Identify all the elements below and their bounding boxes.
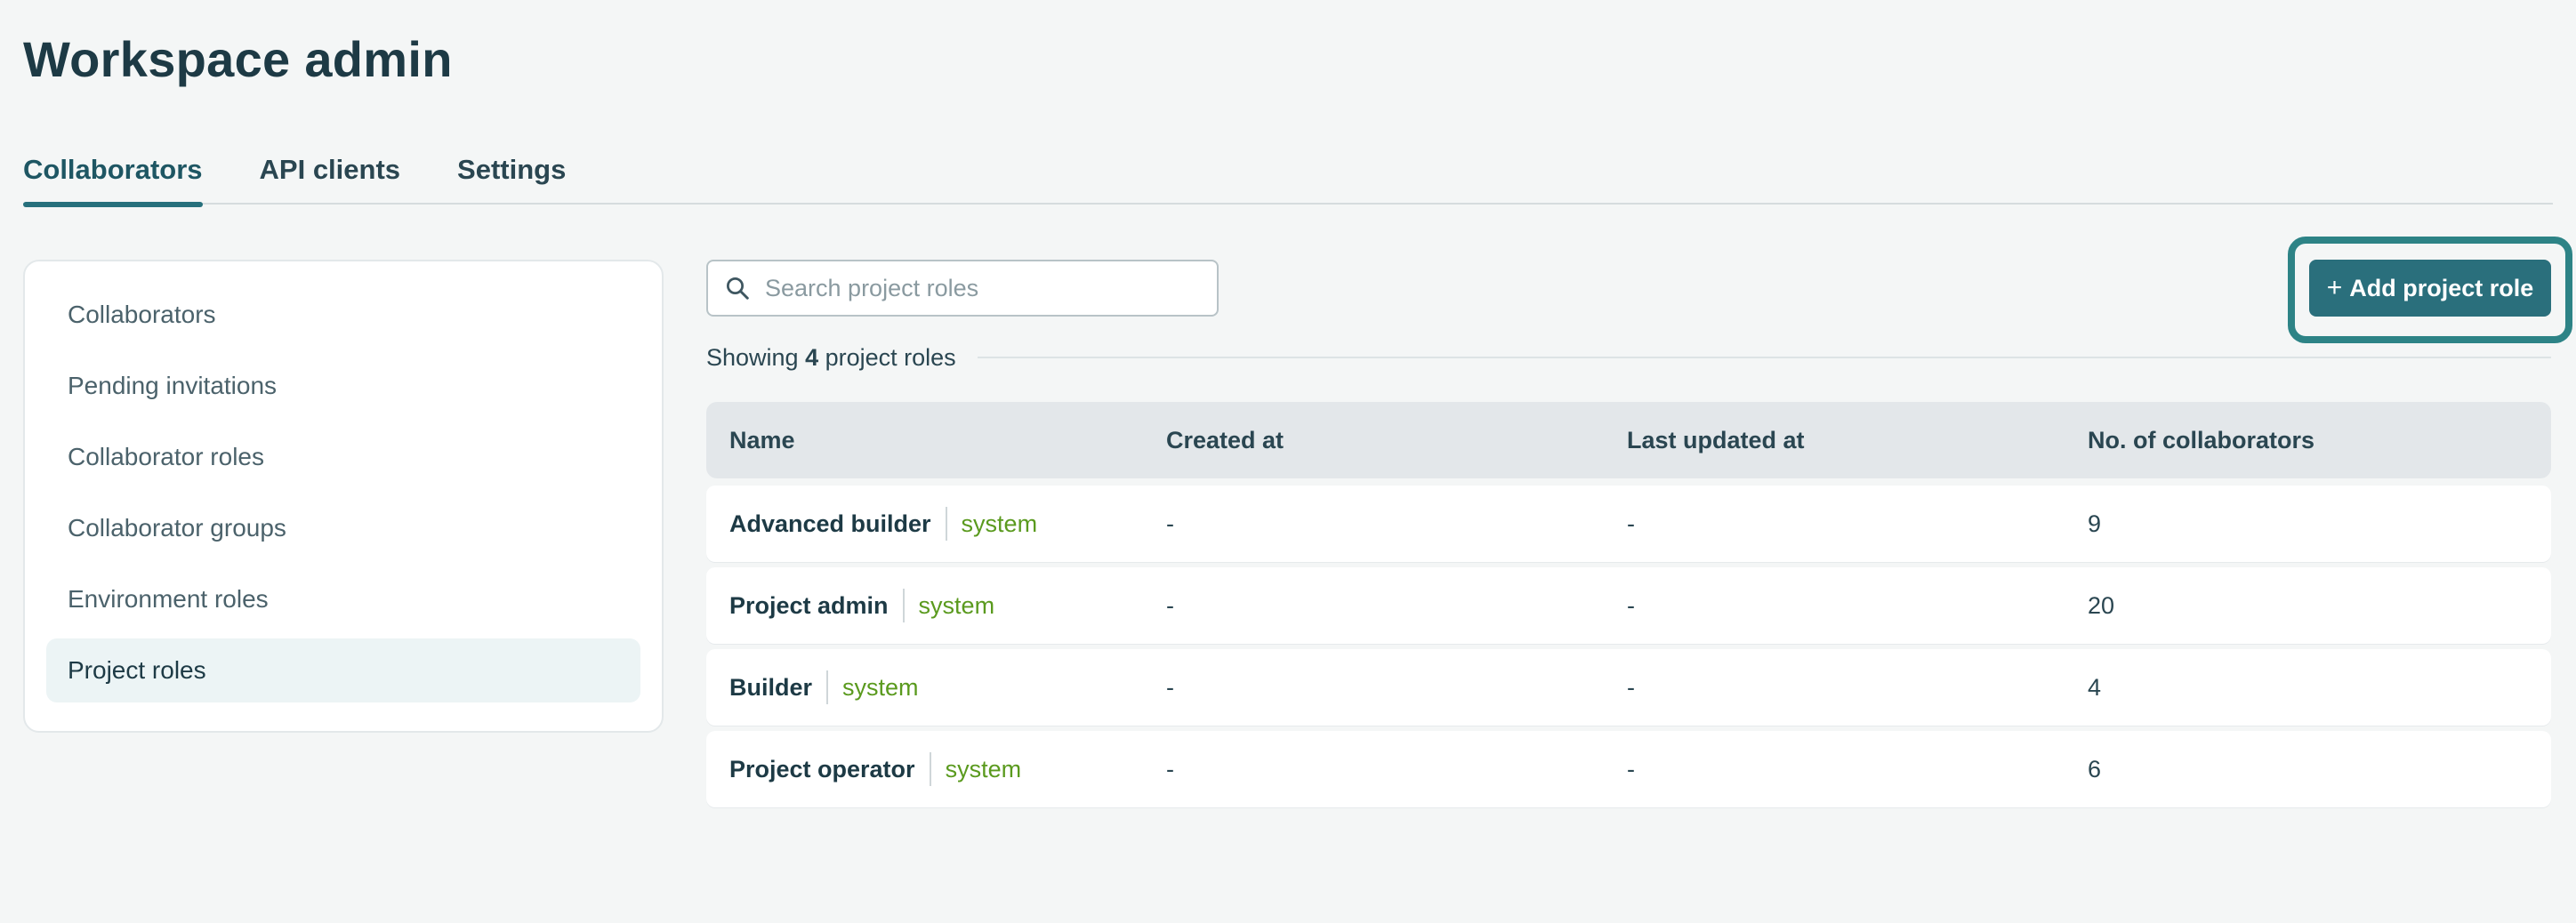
role-name[interactable]: Project operator (729, 756, 915, 783)
column-header-last-updated-at[interactable]: Last updated at (1627, 427, 2088, 454)
sidebar-item-pending-invitations[interactable]: Pending invitations (46, 354, 640, 418)
last-updated-cell: - (1627, 591, 1635, 619)
role-name-cell: Builder system (706, 670, 1166, 704)
results-summary: Showing 4 project roles (706, 340, 2551, 375)
last-updated-cell: - (1627, 673, 1635, 701)
system-badge: system (918, 591, 995, 619)
role-name-cell: Advanced builder system (706, 507, 1166, 541)
tab-api-clients[interactable]: API clients (260, 149, 401, 205)
search-icon (727, 277, 749, 300)
divider (977, 357, 2551, 358)
role-name[interactable]: Advanced builder (729, 510, 931, 538)
results-count: 4 (805, 343, 819, 371)
collaborators-count-cell: 6 (2088, 755, 2102, 783)
last-updated-cell: - (1627, 510, 1635, 537)
role-name-cell: Project operator system (706, 752, 1166, 786)
role-name[interactable]: Builder (729, 674, 812, 702)
created-at-cell: - (1166, 591, 1174, 619)
add-project-role-button[interactable]: + Add project role (2309, 260, 2551, 317)
role-name-cell: Project admin system (706, 589, 1166, 622)
sidebar-item-collaborator-groups[interactable]: Collaborator groups (46, 496, 640, 560)
table-row[interactable]: Builder system - - 4 (706, 649, 2551, 726)
sidebar: Collaborators Pending invitations Collab… (23, 260, 664, 733)
sidebar-item-collaborators[interactable]: Collaborators (46, 283, 640, 347)
table-row[interactable]: Advanced builder system - - 9 (706, 486, 2551, 562)
divider (902, 589, 905, 622)
table-row[interactable]: Project operator system - - 6 (706, 731, 2551, 807)
divider (929, 752, 931, 786)
results-count-text: Showing 4 project roles (706, 343, 956, 371)
table-row[interactable]: Project admin system - - 20 (706, 567, 2551, 644)
collaborators-count-cell: 9 (2088, 510, 2102, 537)
divider (826, 670, 829, 704)
divider (945, 507, 947, 541)
tab-bar: Collaborators API clients Settings (23, 149, 2553, 207)
workspace-admin-page: Workspace admin Collaborators API client… (0, 0, 2576, 923)
created-at-cell: - (1166, 755, 1174, 783)
collaborators-count-cell: 20 (2088, 591, 2115, 619)
sidebar-item-collaborator-roles[interactable]: Collaborator roles (46, 425, 640, 489)
tab-settings[interactable]: Settings (457, 149, 566, 205)
search-box[interactable] (706, 260, 1219, 317)
last-updated-cell: - (1627, 755, 1635, 783)
system-badge: system (945, 755, 1022, 783)
column-header-name[interactable]: Name (706, 427, 1166, 454)
sidebar-item-project-roles[interactable]: Project roles (46, 638, 640, 702)
page-title: Workspace admin (23, 31, 453, 87)
created-at-cell: - (1166, 673, 1174, 701)
plus-icon: + (2326, 273, 2343, 302)
table-header: Name Created at Last updated at No. of c… (706, 402, 2551, 478)
system-badge: system (842, 673, 919, 701)
role-name[interactable]: Project admin (729, 592, 889, 620)
created-at-cell: - (1166, 510, 1174, 537)
collaborators-count-cell: 4 (2088, 673, 2102, 701)
system-badge: system (961, 510, 1038, 537)
project-roles-table: Name Created at Last updated at No. of c… (706, 402, 2551, 813)
column-header-collaborators[interactable]: No. of collaborators (2088, 427, 2551, 454)
column-header-created-at[interactable]: Created at (1166, 427, 1627, 454)
search-input[interactable] (765, 274, 1192, 302)
tab-collaborators[interactable]: Collaborators (23, 149, 203, 207)
add-project-role-label: Add project role (2349, 274, 2534, 301)
sidebar-item-environment-roles[interactable]: Environment roles (46, 567, 640, 631)
